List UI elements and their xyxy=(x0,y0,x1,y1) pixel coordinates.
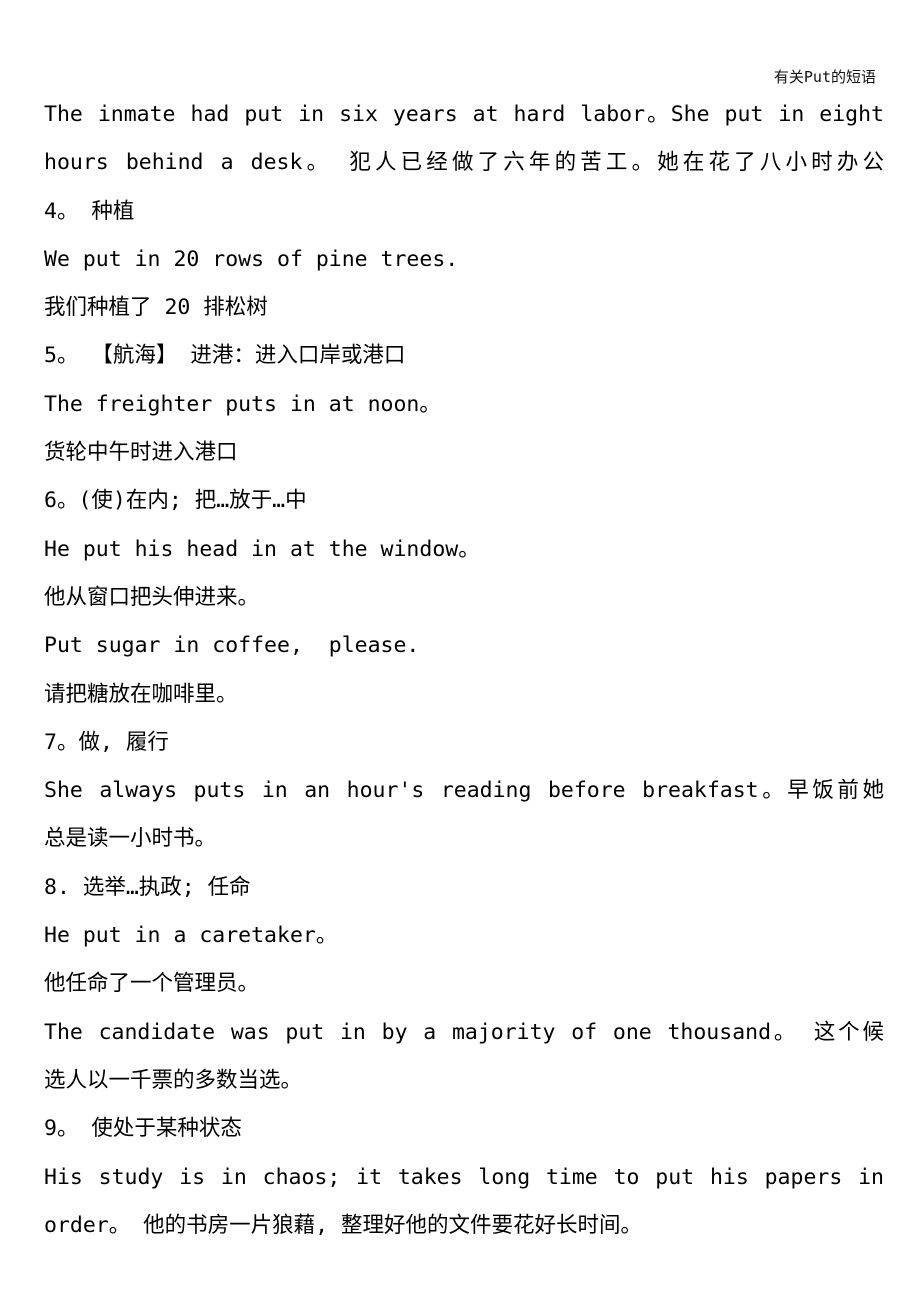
example-sentence-line: His study is in chaos; it takes long tim… xyxy=(44,1164,884,1190)
translation-line: 我们种植了 20 排松树 xyxy=(44,295,268,321)
example-sentence-line: We put in 20 rows of pine trees. xyxy=(44,246,459,272)
example-sentence-line: She always puts in an hour's reading bef… xyxy=(44,778,884,804)
definition-heading: 9。 使处于某种状态 xyxy=(44,1116,242,1142)
example-sentence-line: The candidate was put in by a majority o… xyxy=(44,1019,884,1045)
definition-heading: 6。(使)在内; 把…放于…中 xyxy=(44,488,307,514)
definition-heading: 5。 【航海】 进港：进入口岸或港口 xyxy=(44,343,406,369)
definition-heading: 7。做, 履行 xyxy=(44,729,169,755)
definition-heading: 8. 选举…执政; 任命 xyxy=(44,874,251,900)
example-sentence-line: hours behind a desk。 犯人已经做了六年的苦工。她在花了八小时… xyxy=(44,150,884,176)
example-sentence-line: order。 他的书房一片狼藉, 整理好他的文件要花好长时间。 xyxy=(44,1212,643,1238)
definition-heading: 4。 种植 xyxy=(44,198,135,224)
example-sentence-line: He put in a caretaker。 xyxy=(44,923,338,949)
page-header-title: 有关Put的短语 xyxy=(773,68,876,86)
translation-line: 总是读一小时书。 xyxy=(44,826,217,852)
translation-line: 他任命了一个管理员。 xyxy=(44,971,260,997)
translation-line: 货轮中午时进入港口 xyxy=(44,440,238,466)
example-sentence-line: Put sugar in coffee, please. xyxy=(44,633,420,659)
translation-line: 请把糖放在咖啡里。 xyxy=(44,681,238,707)
document-body: The inmate had put in six years at hard … xyxy=(44,91,884,1250)
example-sentence-line: The freighter puts in at noon。 xyxy=(44,391,441,417)
example-sentence-line: The inmate had put in six years at hard … xyxy=(44,102,884,127)
translation-line: 选人以一千票的多数当选。 xyxy=(44,1067,303,1093)
example-sentence-line: He put his head in at the window。 xyxy=(44,536,480,562)
translation-line: 他从窗口把头伸进来。 xyxy=(44,584,260,610)
